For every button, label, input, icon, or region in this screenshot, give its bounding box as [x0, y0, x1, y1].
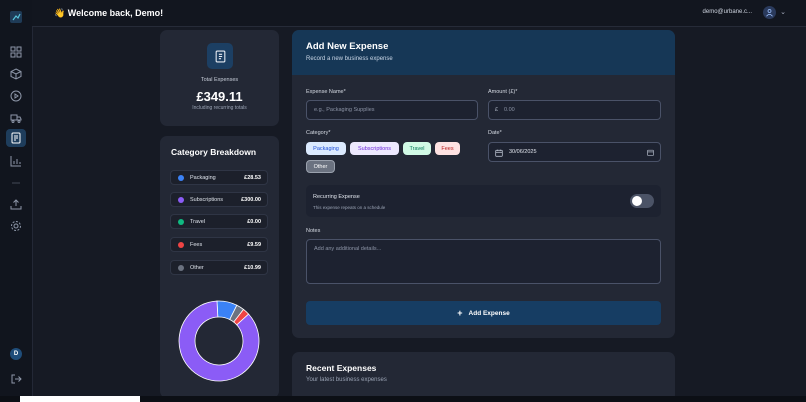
- category-name: Fees: [190, 242, 203, 248]
- wave-emoji: 👋: [54, 8, 66, 18]
- dashboard-icon[interactable]: [9, 45, 23, 59]
- category-donut-chart: [178, 300, 260, 382]
- breakdown-title: Category Breakdown: [171, 147, 257, 157]
- toggle-knob: [632, 196, 642, 206]
- receipt-icon: [207, 43, 233, 69]
- category-chip-fees[interactable]: Fees: [435, 142, 460, 155]
- link-icon[interactable]: [9, 176, 23, 190]
- sidebar: D: [0, 0, 33, 396]
- welcome-text: Welcome back, Demo!: [67, 8, 164, 18]
- date-value: 30/06/2025: [509, 149, 537, 155]
- os-taskbar: [0, 396, 806, 402]
- chart-icon[interactable]: [9, 154, 23, 168]
- notes-textarea[interactable]: Add any additional details...: [306, 239, 661, 284]
- total-note: Including recurring totals: [192, 105, 247, 111]
- category-name: Other: [190, 265, 204, 271]
- welcome-message: 👋 Welcome back, Demo!: [54, 8, 163, 19]
- expense-name-placeholder: e.g., Packaging Supplies: [314, 107, 375, 113]
- amount-input[interactable]: £ 0.00: [488, 100, 661, 120]
- amount-label: Amount (£)*: [488, 89, 518, 95]
- category-name: Subscriptions: [190, 197, 224, 203]
- upload-icon[interactable]: [9, 197, 23, 211]
- currency-symbol: £: [495, 107, 499, 113]
- category-amount: £9.59: [247, 242, 261, 248]
- category-row-other: Other £10.99: [170, 260, 268, 275]
- user-icon: [766, 9, 773, 17]
- recent-expenses-card: Recent Expenses Your latest business exp…: [292, 352, 675, 402]
- notes-label: Notes: [306, 228, 321, 234]
- category-chip-other[interactable]: Other: [306, 160, 335, 173]
- category-row-packaging: Packaging £28.53: [170, 170, 268, 185]
- recurring-title: Recurring Expense: [313, 194, 360, 200]
- sidebar-avatar[interactable]: D: [10, 348, 22, 360]
- category-label: Category*: [306, 130, 331, 136]
- logout-icon[interactable]: [9, 372, 23, 386]
- packaging-dot: [178, 175, 184, 181]
- category-row-travel: Travel £0.00: [170, 214, 268, 229]
- category-amount: £10.99: [244, 265, 261, 271]
- category-chip-subscriptions[interactable]: Subscriptions: [350, 142, 399, 155]
- logo-icon[interactable]: [9, 10, 23, 24]
- date-label: Date*: [488, 130, 502, 136]
- subscriptions-dot: [178, 197, 184, 203]
- add-expense-label: Add Expense: [468, 309, 510, 317]
- category-amount: £300.00: [241, 197, 261, 203]
- total-expenses-card: Total Expenses £349.11 Including recurri…: [160, 30, 279, 126]
- category-amount: £28.53: [244, 175, 261, 181]
- box-icon[interactable]: [9, 67, 23, 81]
- plus-icon: +: [457, 308, 463, 318]
- fees-dot: [178, 242, 184, 248]
- recent-subtitle: Your latest business expenses: [306, 377, 387, 383]
- add-expense-button[interactable]: + Add Expense: [306, 301, 661, 325]
- form-subtitle: Record a new business expense: [306, 56, 393, 62]
- other-dot: [178, 265, 184, 271]
- expense-name-label: Expense Name*: [306, 89, 346, 95]
- travel-dot: [178, 219, 184, 225]
- user-email[interactable]: demo@urbane.c...: [703, 9, 752, 15]
- category-row-subscriptions: Subscriptions £300.00: [170, 192, 268, 207]
- recurring-toggle[interactable]: [630, 194, 654, 208]
- recent-title: Recent Expenses: [306, 363, 377, 373]
- form-header: Add New Expense Record a new business ex…: [292, 30, 675, 75]
- chevron-down-icon[interactable]: ⌄: [780, 8, 786, 16]
- category-amount: £0.00: [247, 219, 261, 225]
- recurring-description: This expense repeats on a schedule: [313, 205, 386, 210]
- expense-name-input[interactable]: e.g., Packaging Supplies: [306, 100, 478, 120]
- calendar-icon: [495, 149, 503, 157]
- total-value: £349.11: [196, 89, 243, 104]
- settings-icon[interactable]: [9, 219, 23, 233]
- date-input[interactable]: 30/06/2025: [488, 142, 661, 162]
- recurring-expense-box: Recurring Expense This expense repeats o…: [306, 185, 661, 217]
- category-row-fees: Fees £9.59: [170, 237, 268, 252]
- expenses-icon[interactable]: [9, 131, 23, 145]
- top-header: 👋 Welcome back, Demo! demo@urbane.c... ⌄: [32, 0, 806, 27]
- category-chip-travel[interactable]: Travel: [403, 142, 431, 155]
- truck-icon[interactable]: [9, 111, 23, 125]
- date-picker-icon[interactable]: [647, 149, 654, 156]
- total-label: Total Expenses: [200, 77, 239, 83]
- user-avatar[interactable]: [763, 6, 776, 19]
- taskbar-search[interactable]: [20, 396, 140, 402]
- category-name: Travel: [190, 219, 206, 225]
- add-expense-card: Add New Expense Record a new business ex…: [292, 30, 675, 338]
- amount-placeholder: 0.00: [504, 107, 515, 113]
- play-icon[interactable]: [9, 89, 23, 103]
- category-chip-packaging[interactable]: Packaging: [306, 142, 346, 155]
- category-name: Packaging: [190, 175, 216, 181]
- notes-placeholder: Add any additional details...: [314, 246, 382, 252]
- form-title: Add New Expense: [306, 41, 389, 52]
